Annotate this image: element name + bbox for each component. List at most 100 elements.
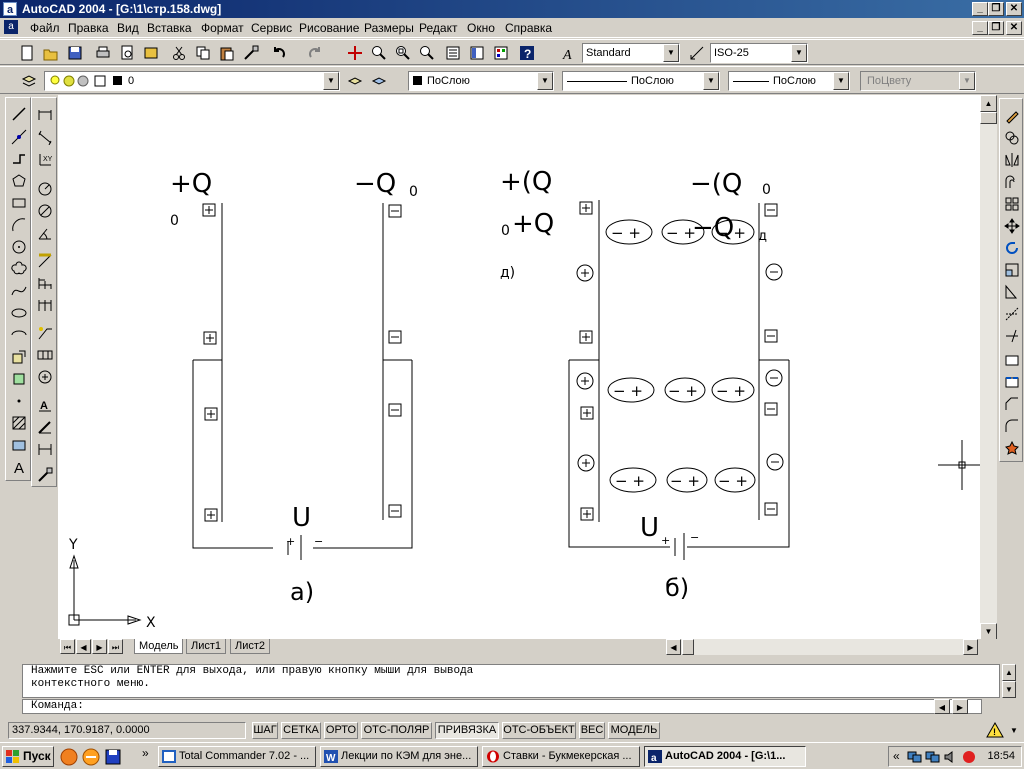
cmd-scroll-up[interactable]: ▲	[1002, 664, 1016, 681]
ordinate-dimension-icon[interactable]: XY	[34, 148, 56, 170]
scroll-down-button[interactable]: ▼	[980, 623, 997, 640]
dimension-style-icon[interactable]	[34, 464, 56, 486]
menu-draw[interactable]: Рисование	[299, 21, 359, 35]
save-icon[interactable]	[64, 42, 86, 64]
toggle-grid[interactable]: СЕТКА	[281, 722, 321, 739]
extend-icon[interactable]	[1001, 325, 1023, 347]
task-autocad[interactable]: a AutoCAD 2004 - [G:\1...	[644, 746, 806, 767]
chamfer-icon[interactable]	[1001, 393, 1023, 415]
rectangle-icon[interactable]	[8, 192, 30, 214]
horizontal-scrollbar[interactable]: ◀ ▶	[666, 639, 978, 655]
layer-previous-icon[interactable]	[368, 70, 390, 92]
arc-icon[interactable]	[8, 214, 30, 236]
menu-tools[interactable]: Сервис	[251, 21, 292, 35]
publish-icon[interactable]	[140, 42, 162, 64]
angular-dimension-icon[interactable]	[34, 222, 56, 244]
toggle-model[interactable]: МОДЕЛЬ	[608, 722, 660, 739]
hatch-icon[interactable]	[8, 412, 30, 434]
ellipse-icon[interactable]	[8, 302, 30, 324]
zoom-realtime-icon[interactable]	[368, 42, 390, 64]
toggle-snap[interactable]: ШАГ	[252, 722, 278, 739]
menu-window[interactable]: Окно	[467, 21, 495, 35]
quick-dimension-icon[interactable]	[34, 250, 56, 272]
start-button[interactable]: Пуск	[2, 746, 54, 767]
chevron-down-icon[interactable]: ▼	[791, 44, 807, 62]
pan-icon[interactable]	[344, 42, 366, 64]
minimize-button[interactable]: _	[972, 2, 988, 16]
scale-icon[interactable]	[1001, 259, 1023, 281]
quick-launch-more-icon[interactable]: »	[142, 746, 149, 760]
aligned-dimension-icon[interactable]	[34, 126, 56, 148]
dim-style-icon[interactable]	[686, 42, 708, 64]
scroll-left-button[interactable]: ◀	[666, 639, 681, 655]
first-tab-button[interactable]: ⏮	[60, 639, 75, 654]
revision-cloud-icon[interactable]	[8, 258, 30, 280]
toggle-polar[interactable]: ОТС-ПОЛЯР	[361, 722, 432, 739]
copy-object-icon[interactable]	[1001, 127, 1023, 149]
help-icon[interactable]: ?	[516, 42, 538, 64]
circle-icon[interactable]	[8, 236, 30, 258]
command-input[interactable]: Команда:	[22, 699, 982, 714]
dimension-edit-icon[interactable]: A	[34, 394, 56, 416]
chevron-down-icon[interactable]: ▼	[663, 44, 679, 62]
toggle-lineweight[interactable]: ВЕС	[579, 722, 605, 739]
zoom-window-icon[interactable]	[392, 42, 414, 64]
insert-block-icon[interactable]	[8, 346, 30, 368]
offset-icon[interactable]	[1001, 171, 1023, 193]
scroll-up-button[interactable]: ▲	[980, 95, 997, 112]
last-tab-button[interactable]: ⏭	[108, 639, 123, 654]
status-menu-arrow-icon[interactable]: ▼	[1010, 726, 1018, 735]
dim-style-select[interactable]: ISO-25 ▼	[710, 43, 808, 63]
tray-expand-icon[interactable]: «	[893, 749, 900, 763]
open-icon[interactable]	[40, 42, 62, 64]
construction-line-icon[interactable]	[8, 126, 30, 148]
undo-icon[interactable]	[268, 42, 290, 64]
break-at-point-icon[interactable]	[1001, 349, 1023, 371]
coordinates-display[interactable]: 337.9344, 170.9187, 0.0000	[8, 722, 246, 739]
network-icon[interactable]	[907, 750, 923, 767]
stretch-icon[interactable]	[1001, 281, 1023, 303]
menu-edit[interactable]: Правка	[68, 21, 109, 35]
task-opera[interactable]: Ставки - Букмекерская ...	[482, 746, 640, 767]
cut-icon[interactable]	[168, 42, 190, 64]
volume-icon[interactable]	[943, 750, 959, 767]
menu-modify[interactable]: Редакт	[419, 21, 457, 35]
document-icon[interactable]: a	[4, 20, 18, 34]
paste-icon[interactable]	[216, 42, 238, 64]
layer-select[interactable]: 0 ▼	[44, 71, 340, 91]
make-object-layer-current-icon[interactable]	[344, 70, 366, 92]
quick-leader-icon[interactable]	[34, 322, 56, 344]
print-icon[interactable]	[92, 42, 114, 64]
chevron-down-icon[interactable]: ▼	[703, 72, 719, 90]
dimension-update-icon[interactable]	[34, 438, 56, 460]
toggle-ortho[interactable]: ОРТО	[324, 722, 358, 739]
toggle-otrack[interactable]: ОТС-ОБЪЕКТ	[502, 722, 576, 739]
scroll-thumb[interactable]	[980, 112, 997, 124]
color-select[interactable]: ПоСлою ▼	[408, 71, 554, 91]
restore-button[interactable]: ❐	[988, 2, 1004, 16]
doc-minimize-button[interactable]: _	[972, 21, 988, 35]
design-center-icon[interactable]	[466, 42, 488, 64]
radius-dimension-icon[interactable]	[34, 178, 56, 200]
diameter-dimension-icon[interactable]	[34, 200, 56, 222]
text-style-icon[interactable]: A	[558, 42, 580, 64]
match-properties-icon[interactable]	[240, 42, 262, 64]
menu-format[interactable]: Формат	[201, 21, 244, 35]
close-button[interactable]: ✕	[1006, 2, 1022, 16]
properties-icon[interactable]	[442, 42, 464, 64]
menu-dimension[interactable]: Размеры	[364, 21, 414, 35]
continue-dimension-icon[interactable]	[34, 294, 56, 316]
doc-restore-button[interactable]: ❐	[988, 21, 1004, 35]
copy-icon[interactable]	[192, 42, 214, 64]
communication-center-icon[interactable]: !	[986, 721, 1006, 739]
prev-tab-button[interactable]: ◀	[76, 639, 91, 654]
lineweight-select[interactable]: ПоСлою ▼	[728, 71, 850, 91]
task-total-commander[interactable]: Total Commander 7.02 - ...	[158, 746, 316, 767]
erase-icon[interactable]	[1001, 105, 1023, 127]
spline-icon[interactable]	[8, 280, 30, 302]
task-word-document[interactable]: W Лекции по КЭМ для эне...	[320, 746, 478, 767]
new-icon[interactable]	[16, 42, 38, 64]
doc-close-button[interactable]: ✕	[1006, 21, 1022, 35]
firefox-icon[interactable]	[60, 748, 78, 769]
quick-launch-icon[interactable]	[82, 748, 100, 769]
